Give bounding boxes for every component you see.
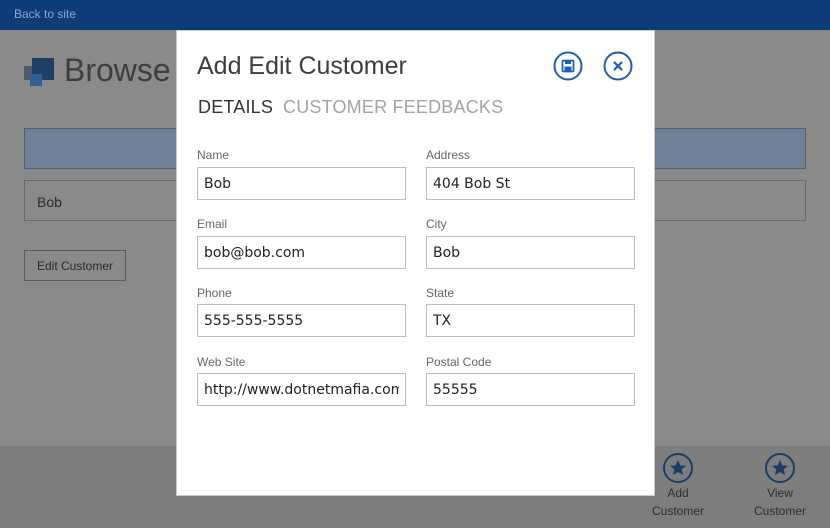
- email-field[interactable]: [197, 236, 406, 269]
- name-field[interactable]: [197, 167, 406, 200]
- close-button[interactable]: [603, 51, 633, 81]
- star-icon: [663, 453, 693, 483]
- address-field[interactable]: [426, 167, 635, 200]
- page-title: Browse: [64, 52, 171, 88]
- email-label: Email: [197, 217, 228, 231]
- tab-customer-feedbacks[interactable]: CUSTOMER FEEDBACKS: [283, 97, 503, 118]
- top-bar: Back to site: [0, 0, 830, 30]
- phone-label: Phone: [197, 286, 232, 300]
- phone-field[interactable]: [197, 304, 406, 337]
- tab-details[interactable]: DETAILS: [198, 97, 273, 118]
- postal-code-label: Postal Code: [426, 355, 492, 369]
- website-field[interactable]: [197, 373, 406, 406]
- city-label: City: [426, 217, 447, 231]
- add-edit-customer-dialog: Add Edit Customer DETAILS CUSTOMER FEEDB…: [176, 30, 655, 496]
- save-button[interactable]: [553, 51, 583, 81]
- state-label: State: [426, 286, 455, 300]
- city-field[interactable]: [426, 236, 635, 269]
- back-to-site-link[interactable]: Back to site: [14, 7, 76, 21]
- grid-cell-name: Bob: [37, 194, 62, 210]
- postal-code-field[interactable]: [426, 373, 635, 406]
- dialog-title: Add Edit Customer: [197, 52, 407, 80]
- app-logo-icon: [24, 58, 54, 86]
- star-icon: [765, 453, 795, 483]
- website-label: Web Site: [197, 355, 246, 369]
- state-field[interactable]: [426, 304, 635, 337]
- address-label: Address: [426, 148, 471, 162]
- edit-customer-button[interactable]: Edit Customer: [24, 250, 126, 281]
- name-label: Name: [197, 148, 230, 162]
- view-customer-label: View Customer: [753, 486, 806, 518]
